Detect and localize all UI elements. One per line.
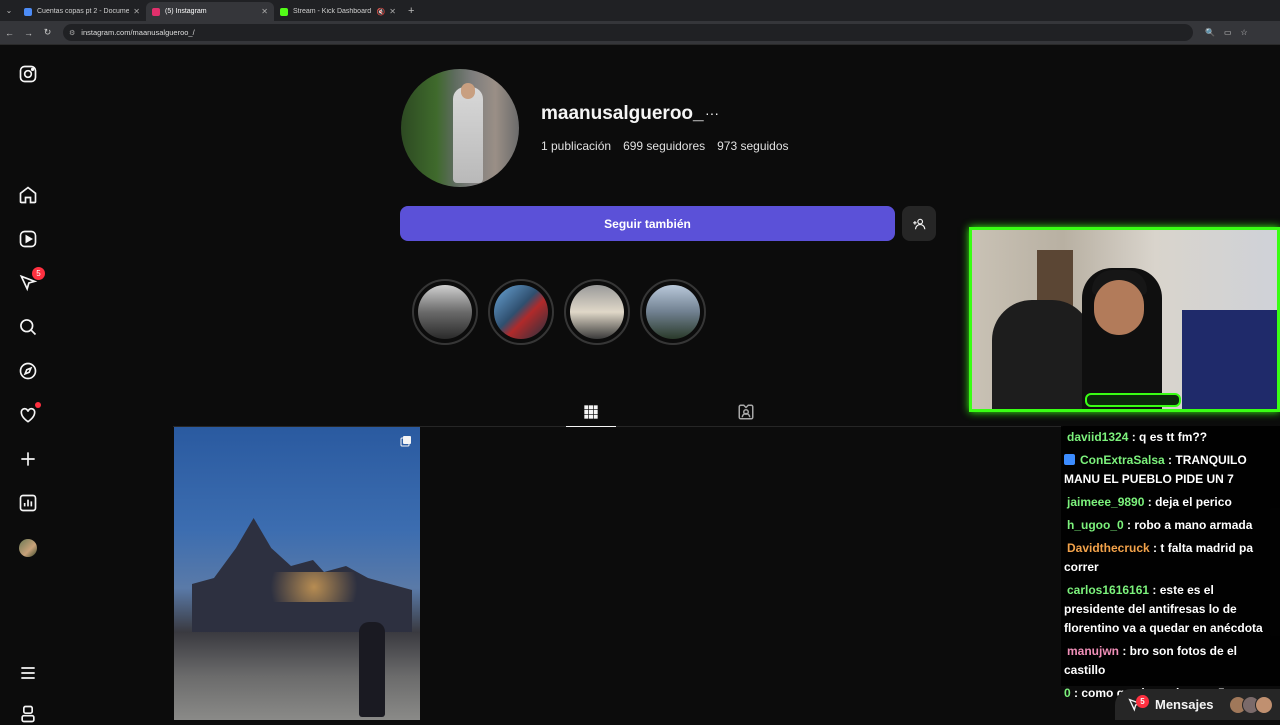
notification-badge: 5 [32,267,45,280]
threads-icon[interactable] [17,703,39,725]
tagged-icon [738,404,754,420]
avatar [1254,695,1273,714]
chat-text: : robo a mano armada [1123,518,1253,532]
message-avatars [1228,695,1273,714]
back-icon[interactable]: ← [0,28,19,38]
chat-text: : deja el perico [1144,495,1232,509]
chat-message: ConExtraSalsa : TRANQUILO MANU EL PUEBLO… [1061,449,1280,491]
chat-username: 0 [1064,686,1071,700]
carousel-icon [400,436,411,447]
url-input[interactable]: ⚙ instagram.com/maanusalgueroo_/ [63,24,1193,41]
messages-badge: 5 [1136,695,1149,708]
tab-docs[interactable]: Cuentas copas pt 2 - Documen ✕ [18,2,146,21]
forward-icon[interactable]: → [19,28,38,38]
chat-message: carlos1616161 : este es el presidente de… [1061,579,1280,640]
instagram-logo-icon[interactable] [17,63,39,85]
explore-icon[interactable] [17,360,39,382]
bookmark-star-icon[interactable]: ☆ [1241,28,1248,37]
post-thumbnail[interactable] [174,427,420,720]
address-bar: ← → ↻ ⚙ instagram.com/maanusalgueroo_/ 🔍… [0,21,1280,45]
tab-posts-grid[interactable] [566,397,616,427]
dashboard-icon[interactable] [17,492,39,514]
add-person-icon [913,218,926,229]
close-icon[interactable]: ✕ [389,7,396,16]
messages-label: Mensajes [1155,697,1214,712]
messages-button[interactable]: 5 Mensajes [1115,689,1280,720]
followers-count[interactable]: 699 seguidores [623,139,705,153]
menu-icon[interactable] [17,662,39,684]
zoom-icon[interactable]: 🔍 [1205,28,1215,37]
chat-username: ConExtraSalsa [1080,453,1165,467]
story-highlight[interactable] [412,279,478,345]
chat-username: Davidthecruck [1067,541,1150,555]
profile-username: maanusalgueroo_ [541,103,704,124]
cast-icon[interactable]: ▭ [1224,28,1232,37]
reload-icon[interactable]: ↻ [38,27,57,38]
profile-stats: 1 publicación 699 seguidores 973 seguido… [541,139,789,153]
more-options-icon[interactable]: ··· [705,105,719,121]
tab-title: Stream - Kick Dashboard [293,8,372,15]
tab-title: (5) Instagram [165,8,207,15]
url-text: instagram.com/maanusalgueroo_/ [81,28,195,37]
notifications-icon[interactable]: 5 [17,267,45,294]
mute-icon[interactable]: 🔇 [377,8,386,16]
webcam-overlay [969,227,1280,412]
tab-kick[interactable]: Stream - Kick Dashboard 🔇 ✕ [274,2,402,21]
story-highlight[interactable] [564,279,630,345]
sidebar: 5 [0,45,57,723]
activity-dot [35,402,41,408]
reels-icon[interactable] [17,228,39,250]
webcam-frame-bar [1085,393,1181,407]
instagram-favicon-icon [152,7,160,16]
profile-avatar-icon[interactable] [17,537,39,559]
chat-text: : q es tt fm?? [1128,430,1208,444]
chat-message: manujwn : bro son fotos de el castillo [1061,640,1280,682]
follow-back-button[interactable]: Seguir también [400,206,895,241]
chat-message: Davidthecruck : t falta madrid pa correr [1061,537,1280,579]
verified-badge-icon [1064,454,1075,465]
close-icon[interactable]: ✕ [261,7,268,16]
following-count[interactable]: 973 seguidos [717,139,788,153]
chat-username: manujwn [1067,644,1120,658]
chat-username: carlos1616161 [1067,583,1150,597]
site-info-icon[interactable]: ⚙ [69,29,75,37]
story-highlight[interactable] [640,279,706,345]
chat-username: jaimeee_9890 [1067,495,1145,509]
posts-count: 1 publicación [541,139,612,153]
chat-message: h_ugoo_0 : robo a mano armada [1061,514,1280,537]
docs-favicon-icon [24,7,32,16]
tab-tagged[interactable] [721,397,771,427]
browser-tab-bar: ⌄ Cuentas copas pt 2 - Documen ✕ (5) Ins… [0,0,1280,21]
chat-username: daviid1324 [1067,430,1129,444]
create-plus-icon[interactable] [17,448,39,470]
home-icon[interactable] [17,184,39,206]
kick-favicon-icon [280,7,288,16]
new-tab-icon[interactable]: + [408,5,414,17]
close-icon[interactable]: ✕ [133,7,140,16]
tab-instagram[interactable]: (5) Instagram ✕ [146,2,274,21]
stream-chat: daviid1324 : q es tt fm?? ConExtraSalsa … [1061,426,1280,700]
heart-icon[interactable] [17,402,41,426]
suggested-users-button[interactable] [902,206,936,241]
search-icon[interactable] [17,316,39,338]
chat-message: jaimeee_9890 : deja el perico [1061,491,1280,514]
chat-message: daviid1324 : q es tt fm?? [1061,426,1280,449]
grid-icon [584,404,598,419]
profile-picture[interactable] [401,69,519,187]
tab-search-icon[interactable]: ⌄ [0,0,18,21]
chat-username: h_ugoo_0 [1067,518,1124,532]
tab-title: Cuentas copas pt 2 - Documen [37,8,130,15]
story-highlight[interactable] [488,279,554,345]
